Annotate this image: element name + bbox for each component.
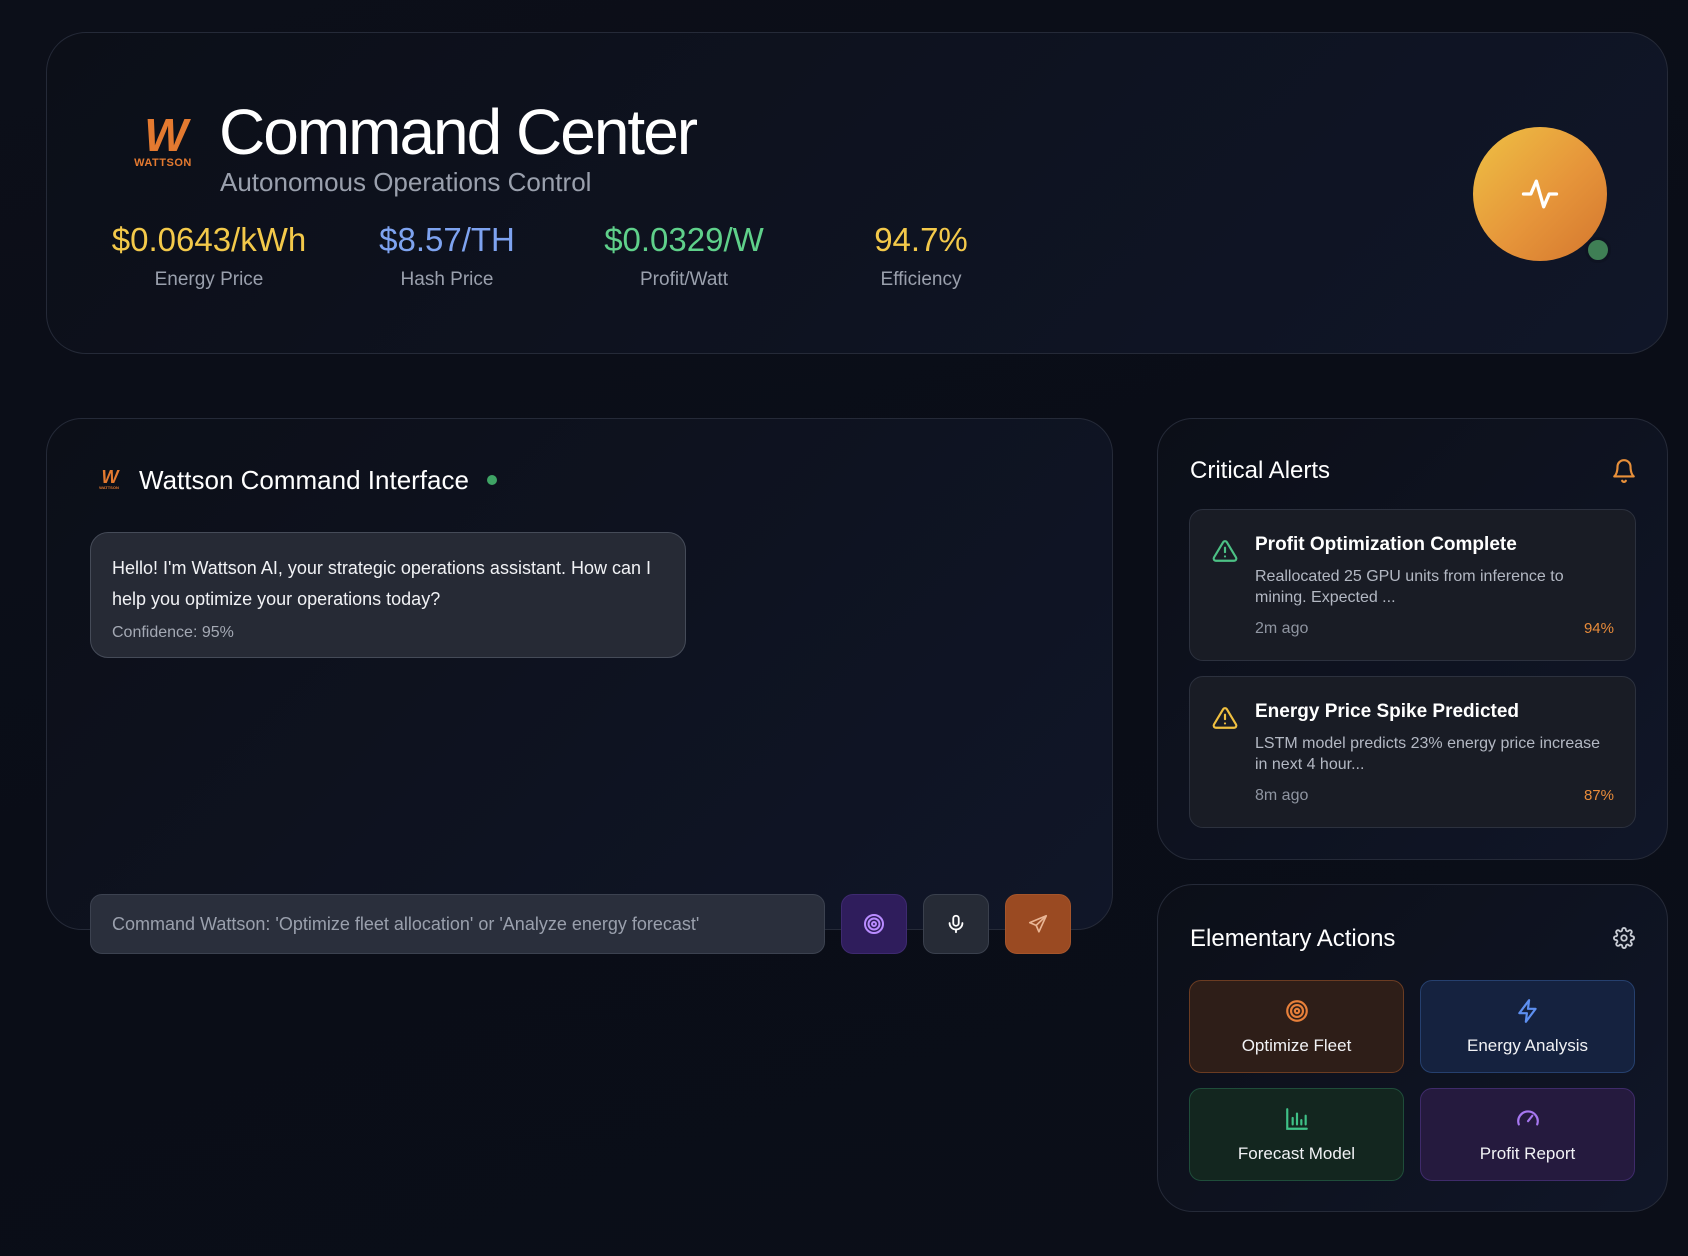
alert-description: Reallocated 25 GPU units from inference … <box>1255 568 1564 606</box>
logo-wordmark: WATTSON <box>134 157 192 169</box>
alert-title: Energy Price Spike Predicted <box>1255 701 1520 722</box>
optimize-fleet-button[interactable]: Optimize Fleet <box>1189 980 1404 1073</box>
alert-time: 2m ago <box>1255 620 1309 637</box>
online-indicator <box>487 475 497 485</box>
gauge-icon <box>1516 1109 1539 1125</box>
target-icon <box>1285 999 1308 1022</box>
metric-hash-price: $8.57/TH Hash Price <box>337 221 557 291</box>
logo-mark-icon: W <box>144 109 187 161</box>
message-confidence: Confidence: 95% <box>112 624 234 641</box>
logo-mark-icon: W <box>101 467 119 487</box>
actions-title: Elementary Actions <box>1190 925 1396 952</box>
alert-title: Profit Optimization Complete <box>1255 534 1517 555</box>
online-status-dot <box>1585 237 1611 263</box>
assistant-message: Hello! I'm Wattson AI, your strategic op… <box>90 532 686 658</box>
metric-label: Hash Price <box>400 269 494 290</box>
action-label: Optimize Fleet <box>1241 1035 1352 1055</box>
alert-confidence: 87% <box>1583 787 1614 804</box>
metric-profit-watt: $0.0329/W Profit/Watt <box>574 221 794 291</box>
profit-report-button[interactable]: Profit Report <box>1420 1088 1635 1181</box>
command-input[interactable] <box>90 894 825 954</box>
warning-triangle-icon <box>1212 707 1238 729</box>
send-button[interactable] <box>1005 894 1071 954</box>
metric-efficiency: 94.7% Efficiency <box>811 221 1031 291</box>
chat-panel: W WATTSON Wattson Command Interface Hell… <box>46 418 1113 930</box>
bell-icon[interactable] <box>1611 457 1637 485</box>
activity-pulse-icon <box>1521 179 1559 209</box>
metric-value: 94.7% <box>874 221 968 258</box>
metric-label: Efficiency <box>880 269 962 290</box>
page-subtitle: Autonomous Operations Control <box>220 167 592 197</box>
bar-chart-icon <box>1285 1107 1308 1130</box>
metric-value: $0.0329/W <box>604 221 764 258</box>
metric-value: $0.0643/kWh <box>111 221 307 258</box>
logo-wordmark: WATTSON <box>99 485 119 490</box>
alert-confidence: 94% <box>1583 620 1614 637</box>
alert-card[interactable]: Profit Optimization Complete Reallocated… <box>1189 509 1636 661</box>
page-title: Command Center <box>219 96 698 168</box>
alert-description: LSTM model predicts 23% energy price inc… <box>1255 735 1601 773</box>
alert-time: 8m ago <box>1255 787 1309 804</box>
metric-value: $8.57/TH <box>379 221 515 258</box>
alert-card[interactable]: Energy Price Spike Predicted LSTM model … <box>1189 676 1636 828</box>
microphone-icon <box>948 914 964 934</box>
action-label: Forecast Model <box>1237 1143 1356 1163</box>
action-label: Profit Report <box>1479 1143 1576 1163</box>
alerts-title: Critical Alerts <box>1190 457 1331 484</box>
target-button[interactable] <box>841 894 907 954</box>
metric-label: Profit/Watt <box>640 269 728 290</box>
warning-triangle-icon <box>1212 540 1238 562</box>
wattson-logo: W WATTSON <box>127 109 199 169</box>
header-panel: W WATTSON Command Center Autonomous Oper… <box>46 32 1668 354</box>
metric-energy-price: $0.0643/kWh Energy Price <box>99 221 319 291</box>
message-text: Hello! I'm Wattson AI, your strategic op… <box>112 558 651 609</box>
chat-title: Wattson Command Interface <box>139 465 469 495</box>
critical-alerts-panel: Critical Alerts Profit Optimization Comp… <box>1157 418 1668 860</box>
energy-analysis-button[interactable]: Energy Analysis <box>1420 980 1635 1073</box>
microphone-button[interactable] <box>923 894 989 954</box>
wattson-logo-small: W WATTSON <box>96 467 122 490</box>
gear-icon[interactable] <box>1613 927 1635 949</box>
elementary-actions-panel: Elementary Actions Optimize Fleet Energy… <box>1157 884 1668 1212</box>
action-label: Energy Analysis <box>1467 1035 1588 1055</box>
lightning-icon <box>1517 998 1537 1023</box>
send-icon <box>1028 914 1048 933</box>
forecast-model-button[interactable]: Forecast Model <box>1189 1088 1404 1181</box>
target-icon <box>864 914 884 934</box>
metric-label: Energy Price <box>154 269 264 290</box>
